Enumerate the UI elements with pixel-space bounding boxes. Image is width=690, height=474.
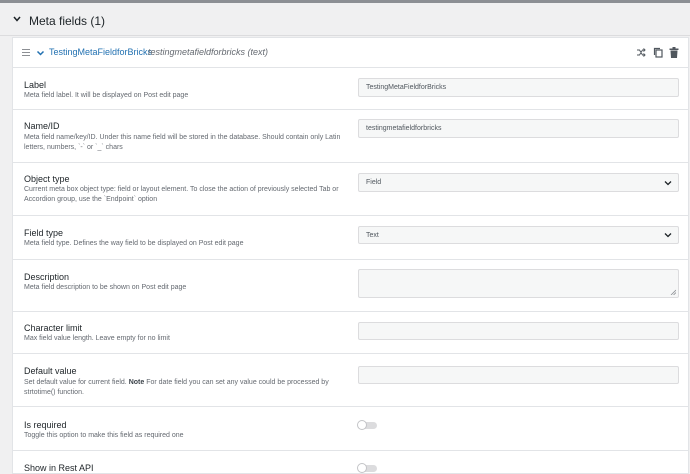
description-textarea[interactable] (358, 269, 679, 298)
field-type-select[interactable]: Text (358, 226, 679, 244)
name-id-input[interactable]: testingmetafieldforbricks (358, 119, 679, 138)
is-required-desc: Toggle this option to make this field as… (24, 432, 184, 439)
shuffle-icon[interactable] (636, 47, 646, 58)
chevron-down-icon[interactable] (36, 49, 45, 57)
is-required-row: Is required Toggle this option to make t… (13, 407, 688, 451)
is-required-toggle[interactable] (357, 420, 377, 430)
name-id-desc: Meta field name/key/ID. Under this name … (24, 134, 341, 151)
section-title: Meta fields (1) (29, 14, 106, 28)
toggle-knob (357, 463, 367, 473)
copy-icon[interactable] (653, 47, 663, 58)
is-required-title: Is required (24, 420, 67, 430)
chevron-down-icon (664, 180, 672, 185)
show-in-rest-title: Show in Rest API (24, 463, 94, 473)
drag-handle-icon[interactable] (22, 49, 30, 56)
show-in-rest-toggle[interactable] (357, 463, 377, 473)
field-meta: testingmetafieldforbricks (text) (148, 47, 269, 57)
chevron-down-icon[interactable] (12, 14, 22, 24)
default-value-row: Default value Set default value for curr… (13, 354, 688, 407)
default-value-desc-note: Note (128, 379, 145, 386)
field-type-row: Field type Meta field type. Defines the … (13, 216, 688, 260)
field-type-desc: Meta field type. Defines the way field t… (24, 240, 244, 247)
toggle-knob (357, 420, 367, 430)
meta-field-panel: TestingMetaFieldforBricks testingmetafie… (12, 37, 689, 474)
char-limit-input[interactable] (358, 322, 679, 340)
char-limit-desc: Max field value length. Leave empty for … (24, 335, 170, 342)
field-type-title: Field type (24, 228, 64, 238)
default-value-input[interactable] (358, 366, 679, 384)
description-row: Description Meta field description to be… (13, 260, 688, 312)
description-desc: Meta field description to be shown on Po… (24, 284, 187, 291)
object-type-row: Object type Current meta box object type… (13, 163, 688, 216)
resize-grip-icon[interactable] (670, 289, 676, 295)
show-in-rest-row: Show in Rest API (13, 451, 688, 474)
trash-icon[interactable] (669, 47, 679, 58)
field-header[interactable]: TestingMetaFieldforBricks testingmetafie… (13, 38, 688, 68)
char-limit-row: Character limit Max field value length. … (13, 312, 688, 354)
field-type-value: Text (366, 231, 379, 239)
label-title: Label (24, 80, 47, 90)
char-limit-title: Character limit (24, 323, 83, 333)
label-row: Label Meta field label. It will be displ… (13, 69, 688, 110)
name-id-input-value: testingmetafieldforbricks (366, 125, 442, 132)
label-desc: Meta field label. It will be displayed o… (24, 92, 189, 99)
default-value-title: Default value (24, 366, 77, 376)
label-input-value: TestingMetaFieldforBricks (366, 84, 447, 91)
object-type-value: Field (366, 179, 382, 186)
label-input[interactable]: TestingMetaFieldforBricks (358, 78, 679, 97)
object-type-desc: Current meta box object type: field or l… (24, 186, 339, 203)
meta-fields-section-header[interactable]: Meta fields (1) (0, 3, 690, 36)
chevron-down-icon (664, 233, 672, 238)
name-id-title: Name/ID (24, 121, 60, 131)
default-value-desc: Set default value for current field. Not… (24, 378, 344, 398)
name-id-row: Name/ID Meta field name/key/ID. Under th… (13, 110, 688, 163)
description-title: Description (24, 272, 70, 282)
default-value-desc-pre: Set default value for current field. (24, 379, 127, 386)
object-type-title: Object type (24, 174, 70, 184)
object-type-select[interactable]: Field (358, 173, 679, 192)
field-name-link[interactable]: TestingMetaFieldforBricks (49, 47, 152, 57)
